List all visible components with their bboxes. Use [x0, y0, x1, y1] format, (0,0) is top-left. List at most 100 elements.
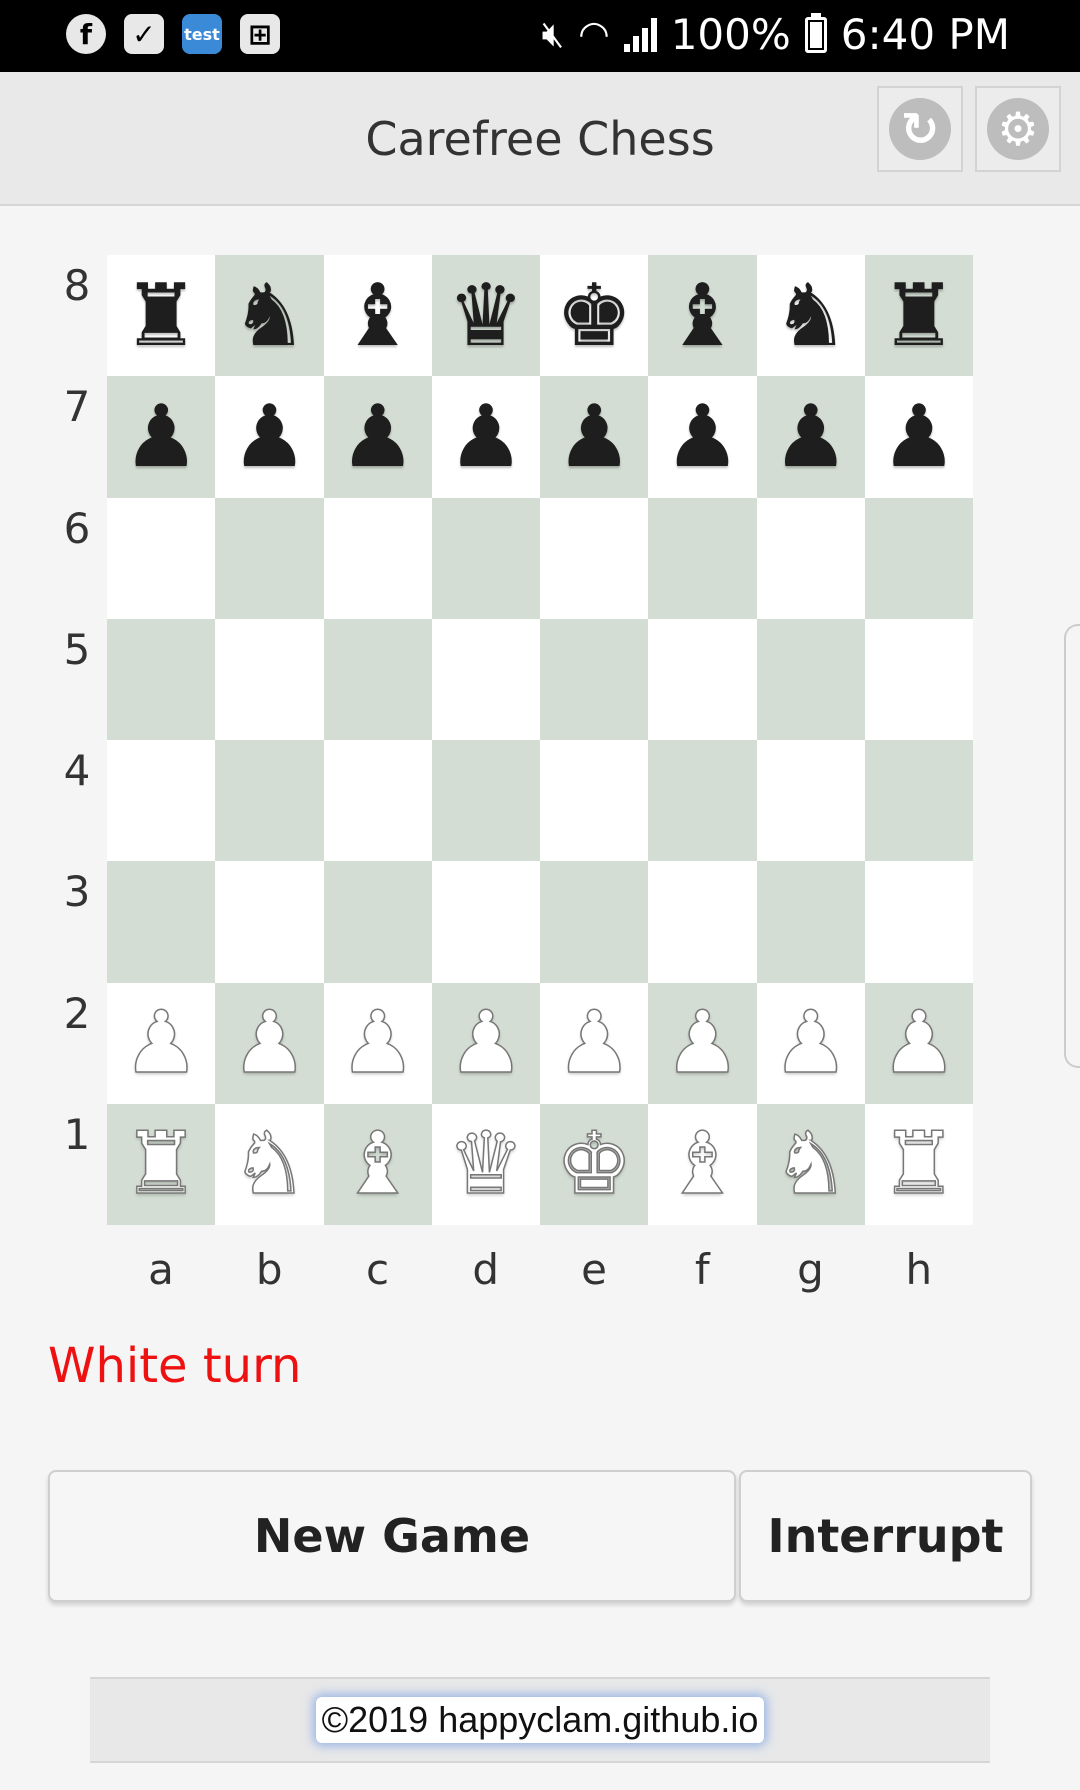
black-pawn-icon[interactable]: ♟ — [880, 394, 957, 480]
chess-board[interactable]: ♜ ♞ ♝ ♛ ♚ ♝ ♞ ♜ ♟ ♟ ♟ ♟ ♟ ♟ ♟ ♟ ♟ ♟ ♟ ♟ ♟ ♟ ♟ ♟ ♜ ♞ ♝ ♛ ♚ ♝ ♞ ♜ — [107, 255, 973, 1225]
square-c3[interactable] — [323, 861, 432, 983]
square-e7[interactable]: ♟ — [540, 376, 649, 498]
square-a3[interactable] — [107, 861, 216, 983]
square-d1[interactable]: ♛ — [431, 1103, 540, 1225]
square-c7[interactable]: ♟ — [323, 376, 432, 498]
white-rook-icon[interactable]: ♜ — [880, 1121, 959, 1209]
square-e5[interactable] — [540, 618, 649, 740]
square-a8[interactable]: ♜ — [107, 255, 216, 377]
black-pawn-icon[interactable]: ♟ — [772, 394, 849, 480]
white-pawn-icon[interactable]: ♟ — [447, 999, 526, 1087]
white-bishop-icon[interactable]: ♝ — [663, 1121, 742, 1209]
square-f5[interactable] — [648, 618, 757, 740]
square-h4[interactable] — [864, 740, 973, 862]
square-a5[interactable] — [107, 618, 216, 740]
square-a4[interactable] — [107, 740, 216, 862]
footer-link[interactable]: ©2019 happyclam.github.io — [315, 1697, 765, 1743]
square-d5[interactable] — [431, 618, 540, 740]
black-king-icon[interactable]: ♚ — [556, 273, 633, 359]
square-c4[interactable] — [323, 740, 432, 862]
black-queen-icon[interactable]: ♛ — [447, 273, 524, 359]
square-g4[interactable] — [756, 740, 865, 862]
square-b2[interactable]: ♟ — [215, 982, 324, 1104]
square-d3[interactable] — [431, 861, 540, 983]
black-knight-icon[interactable]: ♞ — [231, 273, 308, 359]
square-g2[interactable]: ♟ — [756, 982, 865, 1104]
square-d2[interactable]: ♟ — [431, 982, 540, 1104]
square-a1[interactable]: ♜ — [107, 1103, 216, 1225]
square-b6[interactable] — [215, 497, 324, 619]
square-c8[interactable]: ♝ — [323, 255, 432, 377]
square-c2[interactable]: ♟ — [323, 982, 432, 1104]
square-h8[interactable]: ♜ — [864, 255, 973, 377]
square-f1[interactable]: ♝ — [648, 1103, 757, 1225]
square-h1[interactable]: ♜ — [864, 1103, 973, 1225]
square-c5[interactable] — [323, 618, 432, 740]
square-d4[interactable] — [431, 740, 540, 862]
black-bishop-icon[interactable]: ♝ — [339, 273, 416, 359]
square-b1[interactable]: ♞ — [215, 1103, 324, 1225]
square-c6[interactable] — [323, 497, 432, 619]
black-pawn-icon[interactable]: ♟ — [556, 394, 633, 480]
square-b4[interactable] — [215, 740, 324, 862]
square-g5[interactable] — [756, 618, 865, 740]
square-g6[interactable] — [756, 497, 865, 619]
refresh-button[interactable]: ↻ — [877, 86, 963, 172]
black-pawn-icon[interactable]: ♟ — [447, 394, 524, 480]
square-b7[interactable]: ♟ — [215, 376, 324, 498]
black-knight-icon[interactable]: ♞ — [772, 273, 849, 359]
white-queen-icon[interactable]: ♛ — [447, 1121, 526, 1209]
white-pawn-icon[interactable]: ♟ — [338, 999, 417, 1087]
square-f6[interactable] — [648, 497, 757, 619]
new-game-button[interactable]: New Game — [48, 1470, 736, 1602]
square-h2[interactable]: ♟ — [864, 982, 973, 1104]
square-d6[interactable] — [431, 497, 540, 619]
square-h3[interactable] — [864, 861, 973, 983]
scroll-handle[interactable] — [1064, 624, 1080, 1068]
square-e1[interactable]: ♚ — [540, 1103, 649, 1225]
square-h7[interactable]: ♟ — [864, 376, 973, 498]
white-pawn-icon[interactable]: ♟ — [555, 999, 634, 1087]
square-f2[interactable]: ♟ — [648, 982, 757, 1104]
square-a7[interactable]: ♟ — [107, 376, 216, 498]
black-pawn-icon[interactable]: ♟ — [231, 394, 308, 480]
white-pawn-icon[interactable]: ♟ — [122, 999, 201, 1087]
square-e4[interactable] — [540, 740, 649, 862]
white-knight-icon[interactable]: ♞ — [771, 1121, 850, 1209]
square-b8[interactable]: ♞ — [215, 255, 324, 377]
square-f4[interactable] — [648, 740, 757, 862]
square-e6[interactable] — [540, 497, 649, 619]
square-d8[interactable]: ♛ — [431, 255, 540, 377]
square-c1[interactable]: ♝ — [323, 1103, 432, 1225]
square-e8[interactable]: ♚ — [540, 255, 649, 377]
square-h5[interactable] — [864, 618, 973, 740]
black-pawn-icon[interactable]: ♟ — [123, 394, 200, 480]
square-a2[interactable]: ♟ — [107, 982, 216, 1104]
square-g8[interactable]: ♞ — [756, 255, 865, 377]
black-pawn-icon[interactable]: ♟ — [339, 394, 416, 480]
square-h6[interactable] — [864, 497, 973, 619]
settings-button[interactable]: ⚙ — [975, 86, 1061, 172]
square-g3[interactable] — [756, 861, 865, 983]
white-bishop-icon[interactable]: ♝ — [338, 1121, 417, 1209]
white-pawn-icon[interactable]: ♟ — [663, 999, 742, 1087]
square-d7[interactable]: ♟ — [431, 376, 540, 498]
white-rook-icon[interactable]: ♜ — [122, 1121, 201, 1209]
black-rook-icon[interactable]: ♜ — [880, 273, 957, 359]
square-f7[interactable]: ♟ — [648, 376, 757, 498]
black-pawn-icon[interactable]: ♟ — [664, 394, 741, 480]
black-bishop-icon[interactable]: ♝ — [664, 273, 741, 359]
white-pawn-icon[interactable]: ♟ — [880, 999, 959, 1087]
interrupt-button[interactable]: Interrupt — [739, 1470, 1032, 1602]
black-rook-icon[interactable]: ♜ — [123, 273, 200, 359]
white-king-icon[interactable]: ♚ — [555, 1121, 634, 1209]
white-knight-icon[interactable]: ♞ — [230, 1121, 309, 1209]
white-pawn-icon[interactable]: ♟ — [771, 999, 850, 1087]
square-g7[interactable]: ♟ — [756, 376, 865, 498]
square-f8[interactable]: ♝ — [648, 255, 757, 377]
square-e3[interactable] — [540, 861, 649, 983]
square-e2[interactable]: ♟ — [540, 982, 649, 1104]
square-g1[interactable]: ♞ — [756, 1103, 865, 1225]
square-b3[interactable] — [215, 861, 324, 983]
square-a6[interactable] — [107, 497, 216, 619]
